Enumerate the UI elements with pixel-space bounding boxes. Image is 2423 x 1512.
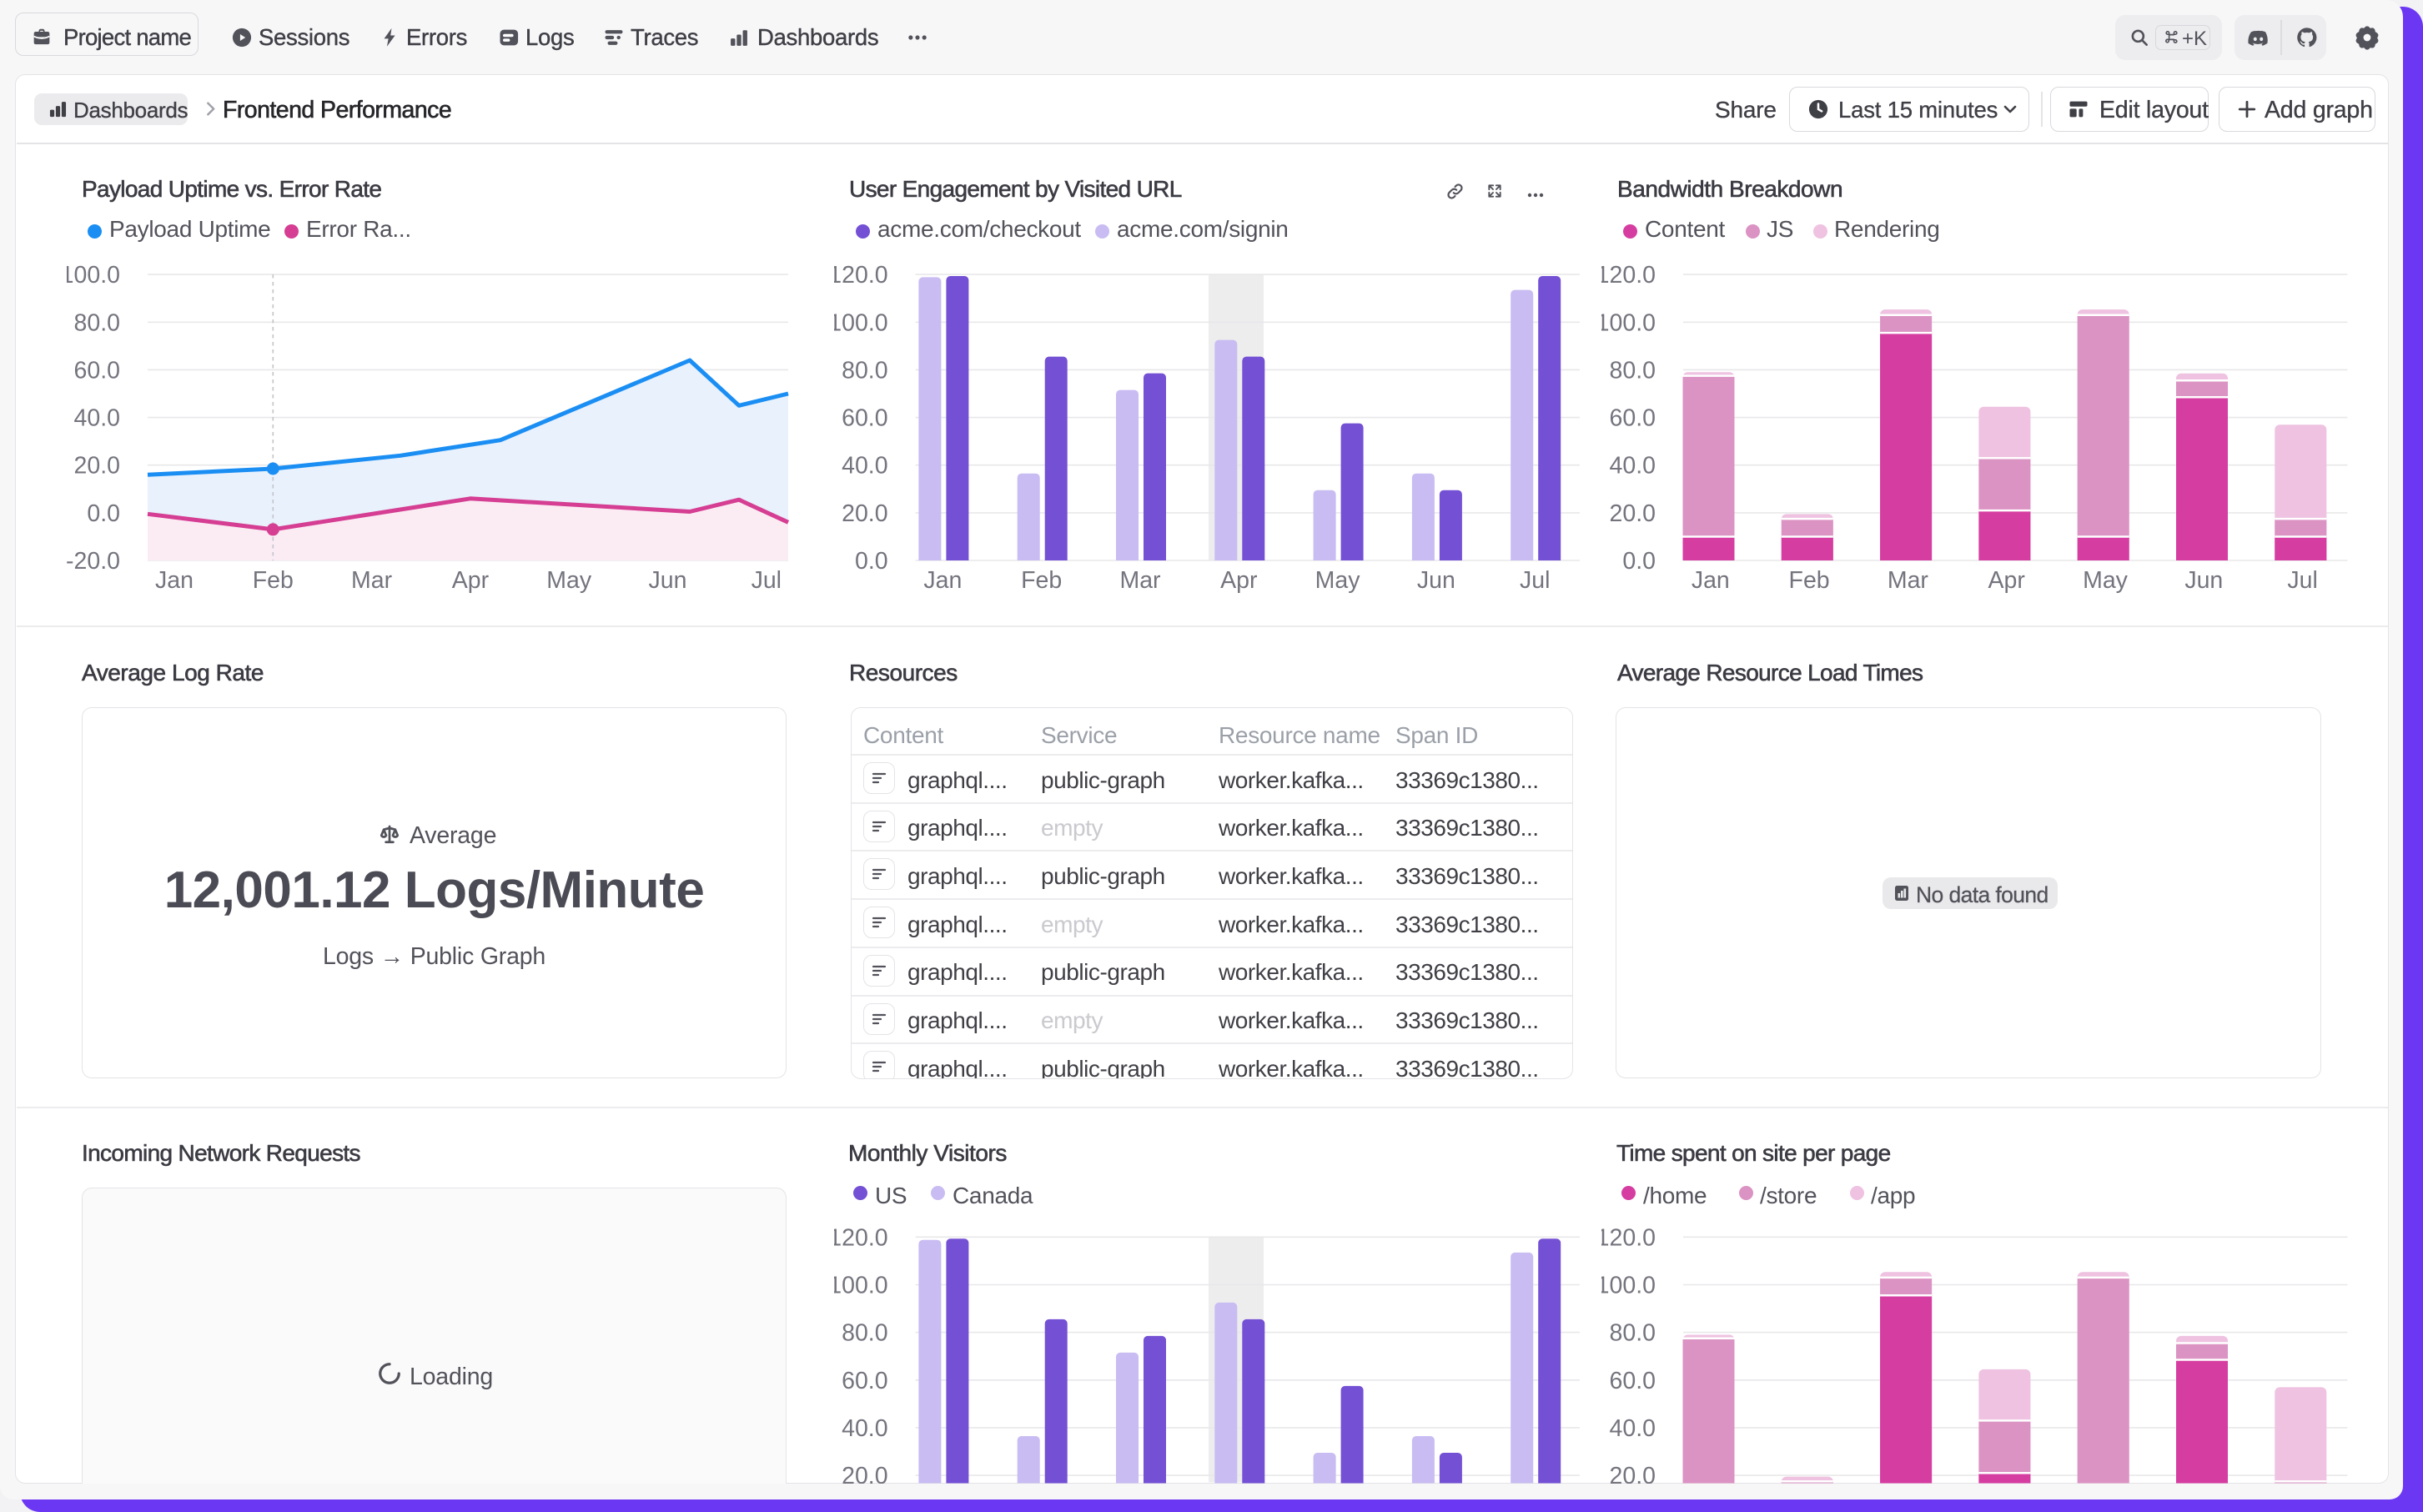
svg-text:Feb: Feb xyxy=(1021,567,1062,594)
svg-text:20.0: 20.0 xyxy=(842,1463,887,1483)
svg-text:Jul: Jul xyxy=(752,567,782,594)
svg-text:Mar: Mar xyxy=(351,567,393,594)
svg-text:Jun: Jun xyxy=(2184,567,2223,594)
svg-text:100.0: 100.0 xyxy=(1601,1273,1656,1299)
svg-text:20.0: 20.0 xyxy=(1610,1463,1656,1483)
svg-text:100.0: 100.0 xyxy=(1601,309,1656,336)
svg-text:120.0: 120.0 xyxy=(1601,262,1656,289)
svg-text:Jan: Jan xyxy=(1692,567,1730,594)
svg-text:20.0: 20.0 xyxy=(1610,500,1656,527)
svg-text:20.0: 20.0 xyxy=(842,500,887,527)
svg-text:May: May xyxy=(2083,567,2129,594)
svg-text:May: May xyxy=(546,567,592,594)
svg-text:100.0: 100.0 xyxy=(834,309,888,336)
svg-text:80.0: 80.0 xyxy=(842,1320,887,1347)
svg-text:80.0: 80.0 xyxy=(1610,357,1656,384)
svg-text:May: May xyxy=(1315,567,1361,594)
svg-text:Jun: Jun xyxy=(1417,567,1455,594)
svg-text:60.0: 60.0 xyxy=(842,1368,887,1394)
svg-text:100.0: 100.0 xyxy=(834,1273,888,1299)
svg-text:0.0: 0.0 xyxy=(855,548,888,575)
svg-text:Jan: Jan xyxy=(923,567,962,594)
svg-text:60.0: 60.0 xyxy=(1610,1368,1656,1394)
svg-text:120.0: 120.0 xyxy=(834,262,888,289)
svg-text:60.0: 60.0 xyxy=(74,357,120,384)
svg-text:40.0: 40.0 xyxy=(842,1415,887,1442)
svg-text:Jul: Jul xyxy=(1520,567,1550,594)
svg-text:Jul: Jul xyxy=(2287,567,2317,594)
svg-text:0.0: 0.0 xyxy=(87,500,120,527)
svg-text:Jan: Jan xyxy=(155,567,194,594)
svg-text:40.0: 40.0 xyxy=(74,405,120,432)
svg-text:60.0: 60.0 xyxy=(842,405,887,432)
svg-text:Apr: Apr xyxy=(1988,567,2026,594)
svg-text:40.0: 40.0 xyxy=(1610,453,1656,480)
svg-text:Feb: Feb xyxy=(1789,567,1830,594)
svg-text:80.0: 80.0 xyxy=(842,357,887,384)
svg-text:Mar: Mar xyxy=(1119,567,1161,594)
svg-text:80.0: 80.0 xyxy=(74,309,120,336)
svg-text:Apr: Apr xyxy=(1220,567,1258,594)
svg-text:120.0: 120.0 xyxy=(834,1224,888,1251)
svg-text:120.0: 120.0 xyxy=(1601,1224,1656,1251)
svg-text:100.0: 100.0 xyxy=(67,262,120,289)
svg-text:40.0: 40.0 xyxy=(1610,1415,1656,1442)
svg-text:Apr: Apr xyxy=(452,567,490,594)
svg-text:0.0: 0.0 xyxy=(1622,548,1656,575)
svg-text:Jun: Jun xyxy=(649,567,687,594)
svg-text:Feb: Feb xyxy=(253,567,294,594)
svg-text:60.0: 60.0 xyxy=(1610,405,1656,432)
svg-text:20.0: 20.0 xyxy=(74,453,120,480)
svg-text:-20.0: -20.0 xyxy=(67,548,120,575)
svg-text:80.0: 80.0 xyxy=(1610,1320,1656,1347)
svg-text:40.0: 40.0 xyxy=(842,453,887,480)
svg-text:Mar: Mar xyxy=(1888,567,1929,594)
